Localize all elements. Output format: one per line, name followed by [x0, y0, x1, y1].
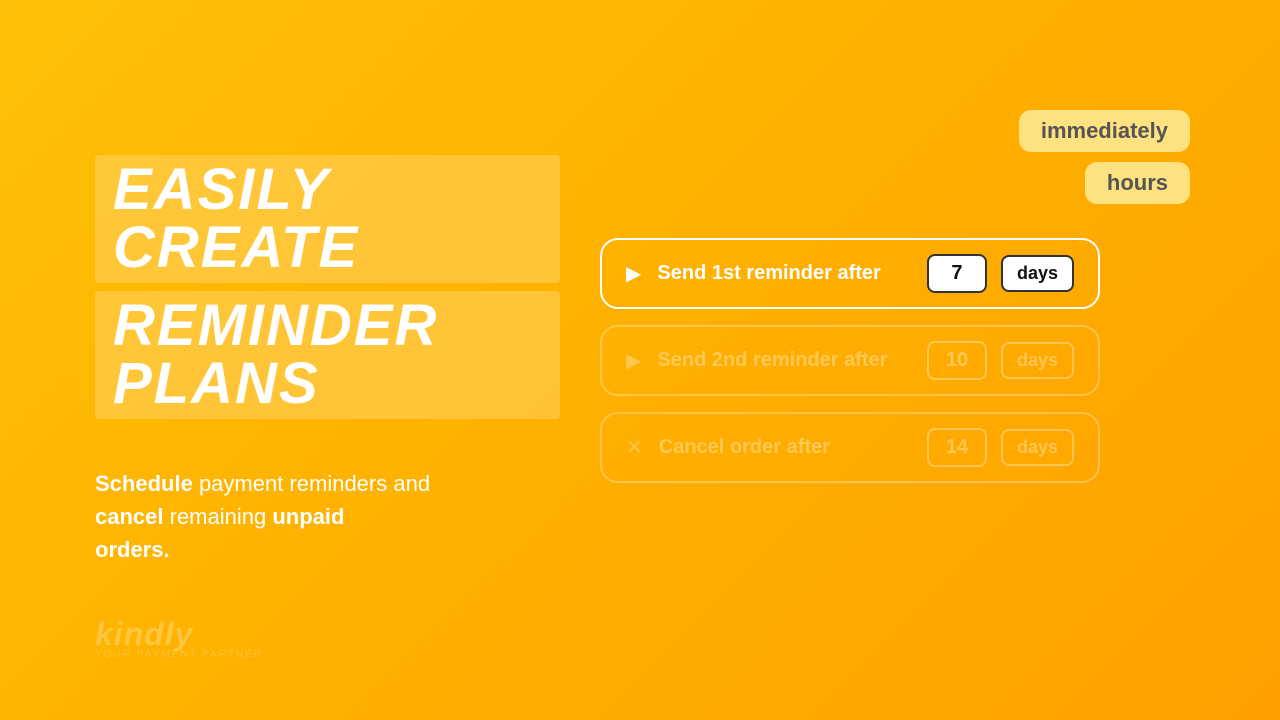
cancel-icon: [626, 435, 645, 460]
reminder-row-3[interactable]: Cancel order after 14 days: [600, 412, 1100, 483]
reminder-row-2[interactable]: Send 2nd reminder after 10 days: [600, 325, 1100, 396]
reminder-value-3: 14: [927, 428, 987, 467]
subtitle-text1: payment reminders and: [199, 471, 430, 496]
main-container: EASILY CREATE REMINDER PLANS Schedule pa…: [0, 0, 1280, 720]
play-icon-2: [626, 348, 643, 373]
reminder-unit-1[interactable]: days: [1001, 255, 1074, 292]
right-section: Send 1st reminder after days Send 2nd re…: [560, 238, 1280, 483]
reminder-label-3: Cancel order after: [659, 436, 913, 459]
reminder-value-1[interactable]: [927, 254, 987, 293]
logo: kindly YOUR PAYMENT PARTNER: [95, 616, 263, 660]
tag-immediately: immediately: [1019, 110, 1190, 152]
title-text-2: REMINDER PLANS: [113, 293, 438, 416]
reminder-row-1[interactable]: Send 1st reminder after days: [600, 238, 1100, 309]
logo-tagline: YOUR PAYMENT PARTNER: [95, 649, 263, 660]
tag-hours: hours: [1085, 162, 1190, 204]
reminder-value-2: 10: [927, 341, 987, 380]
subtitle-cancel: cancel: [95, 504, 164, 529]
left-section: EASILY CREATE REMINDER PLANS Schedule pa…: [0, 155, 560, 566]
subtitle: Schedule payment reminders and cancel re…: [95, 467, 495, 566]
title-text-1: EASILY CREATE: [113, 157, 359, 280]
floating-tags: immediately hours: [1019, 110, 1190, 204]
title-line-1: EASILY CREATE: [95, 155, 560, 283]
reminder-unit-3: days: [1001, 429, 1074, 466]
reminder-label-2: Send 2nd reminder after: [657, 349, 913, 372]
reminder-rows: Send 1st reminder after days Send 2nd re…: [600, 238, 1100, 483]
logo-name: kindly: [95, 616, 263, 653]
subtitle-text2: remaining: [170, 504, 273, 529]
title-block: EASILY CREATE REMINDER PLANS: [95, 155, 560, 427]
play-icon-1: [626, 261, 643, 286]
title-line-2: REMINDER PLANS: [95, 291, 560, 419]
reminder-label-1: Send 1st reminder after: [657, 262, 913, 285]
subtitle-schedule: Schedule: [95, 471, 193, 496]
reminder-unit-2: days: [1001, 342, 1074, 379]
